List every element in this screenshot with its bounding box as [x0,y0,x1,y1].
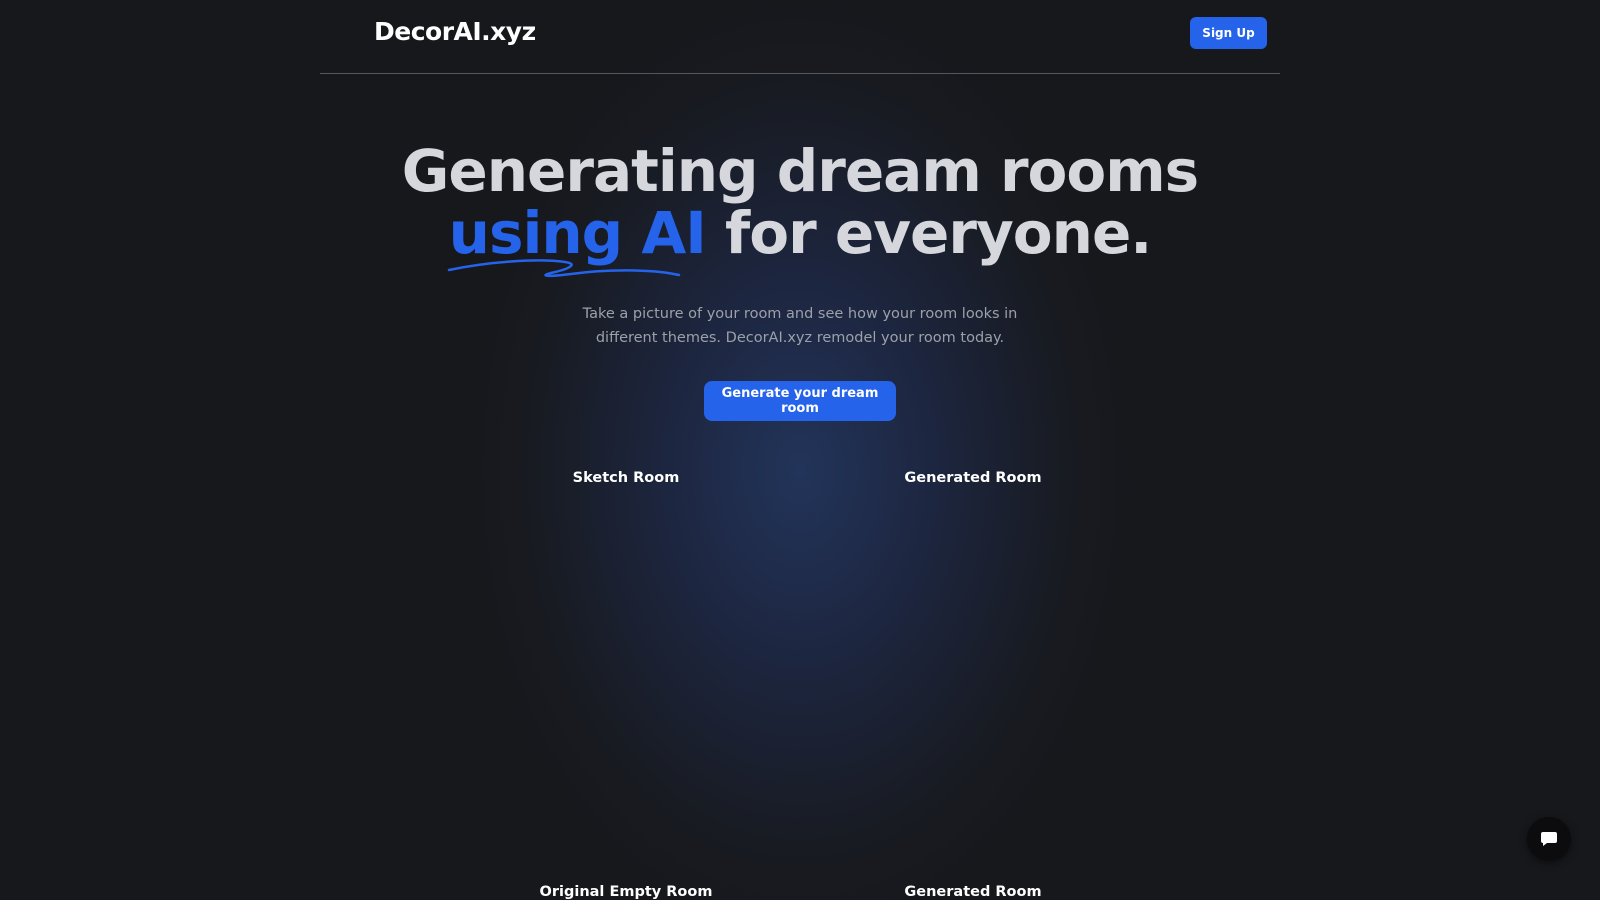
original-empty-room-label: Original Empty Room [539,884,713,900]
headline-rest: for everyone. [705,199,1152,267]
headline-line-1: Generating dream rooms [401,137,1199,205]
site-logo[interactable]: DecorAI.xyz [374,17,536,46]
hero-headline: Generating dream rooms using AI for ever… [0,137,1600,278]
chat-bubble-icon [1541,832,1557,846]
underline-squiggle-icon [447,259,680,278]
generate-dream-room-button[interactable]: Generate your dream room [704,381,896,421]
site-header: DecorAI.xyz Sign Up [320,0,1280,74]
chat-widget-button[interactable] [1527,817,1571,861]
sketch-room-label: Sketch Room [572,470,680,486]
headline-accent: using AI [447,202,707,278]
landing-page: DecorAI.xyz Sign Up Generating dream roo… [0,0,1600,900]
sign-up-button[interactable]: Sign Up [1190,17,1267,49]
generated-room-label: Generated Room [904,470,1042,486]
generated-room-label-2: Generated Room [904,884,1042,900]
hero-subtitle: Take a picture of your room and see how … [582,306,1018,346]
